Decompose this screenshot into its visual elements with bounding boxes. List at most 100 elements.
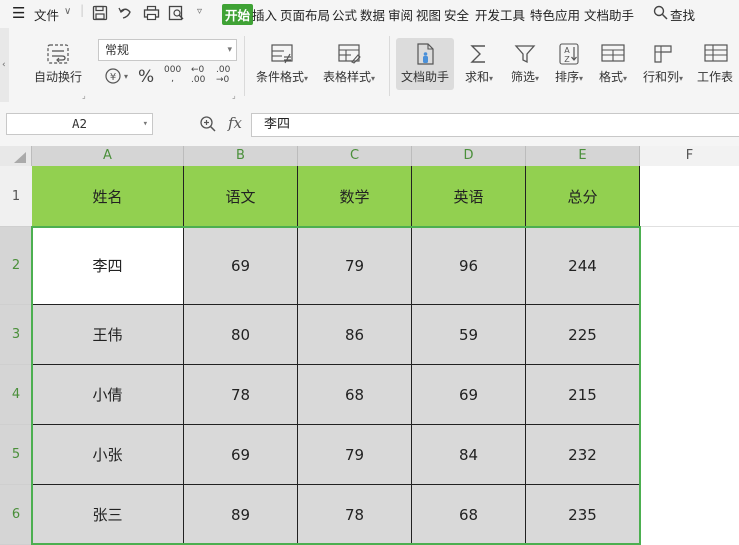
conditional-format-icon [271,44,293,64]
tab-insert[interactable]: 插入 [252,5,277,24]
hamburger-menu-icon[interactable]: ☰ [12,4,25,22]
sum-button[interactable]: 求和▾ [461,40,497,85]
tab-review[interactable]: 审阅 [388,5,413,24]
number-format-select[interactable]: 常规 ▾ [98,39,237,61]
table-cell[interactable]: 86 [298,305,412,365]
row-header-2[interactable]: 2 [0,227,32,305]
quick-access-dropdown-icon[interactable]: ▿ [197,6,202,17]
column-header-D[interactable]: D [412,146,526,166]
header-cell-total[interactable]: 总分 [526,166,640,227]
table-cell[interactable]: 79 [298,227,412,305]
empty-cell[interactable] [640,166,739,227]
file-menu[interactable]: 文件 [34,5,59,24]
name-box[interactable]: A2 ▾ [6,113,153,135]
row-header-5[interactable]: 5 [0,425,32,485]
worksheet-label: 工作表 [696,70,733,84]
print-icon[interactable] [143,5,160,24]
tab-formula[interactable]: 公式 [332,5,357,24]
tab-developer[interactable]: 开发工具 [475,5,525,24]
tab-security[interactable]: 安全 [444,5,469,24]
worksheet-button[interactable]: 工作表 [695,40,735,85]
table-cell[interactable]: 78 [184,365,298,425]
format-button[interactable]: 格式▾ [595,40,631,85]
table-cell[interactable]: 215 [526,365,640,425]
group-launcher-icon[interactable]: ⌟ [232,91,236,100]
row-header-4[interactable]: 4 [0,365,32,425]
zoom-search-icon[interactable] [199,115,217,136]
row-col-button[interactable]: 行和列▾ [639,40,687,85]
table-cell[interactable]: 96 [412,227,526,305]
table-cell[interactable]: 59 [412,305,526,365]
sort-button[interactable]: AZ 排序▾ [551,40,587,85]
cell-reference: A2 [71,116,88,131]
table-cell[interactable]: 李四 [32,227,184,305]
table-cell[interactable]: 84 [412,425,526,485]
table-cell[interactable]: 69 [184,227,298,305]
auto-wrap-label: 自动换行 [33,70,82,84]
doc-assistant-button[interactable]: 文档助手 [396,38,454,90]
chevron-down-icon[interactable]: ∨ [64,6,71,17]
search-button[interactable]: 查找 [670,5,695,24]
table-cell[interactable]: 68 [298,365,412,425]
decrease-decimal-button[interactable]: .00 →0 [216,65,230,85]
header-cell-math[interactable]: 数学 [298,166,412,227]
format-label: 格式 [598,70,623,84]
tab-data[interactable]: 数据 [360,5,385,24]
table-cell[interactable]: 235 [526,485,640,545]
header-cell-chinese[interactable]: 语文 [184,166,298,227]
column-header-F[interactable]: F [640,146,739,166]
tab-doc-assistant[interactable]: 文档助手 [584,5,634,24]
table-cell[interactable]: 王伟 [32,305,184,365]
header-cell-english[interactable]: 英语 [412,166,526,227]
undo-icon[interactable] [117,5,133,24]
group-launcher-icon[interactable]: ⌟ [82,91,86,100]
table-cell[interactable]: 69 [184,425,298,485]
column-header-E[interactable]: E [526,146,640,166]
select-all-corner[interactable] [0,146,32,166]
table-cell[interactable]: 232 [526,425,640,485]
wrap-text-icon [47,44,69,64]
save-icon[interactable] [92,5,108,24]
table-cell[interactable]: 79 [298,425,412,485]
column-header-B[interactable]: B [184,146,298,166]
print-preview-icon[interactable] [168,5,185,24]
thousands-separator-button[interactable]: 000, [164,66,181,84]
table-style-button[interactable]: 表格样式▾ [318,40,380,85]
increase-decimal-button[interactable]: ←0.00 [191,65,205,85]
insert-function-button[interactable]: fx [228,114,242,132]
table-cell[interactable]: 小张 [32,425,184,485]
header-cell-name[interactable]: 姓名 [32,166,184,227]
currency-dropdown-icon[interactable]: ▾ [124,72,128,81]
filter-button[interactable]: 筛选▾ [506,40,544,85]
column-header-C[interactable]: C [298,146,412,166]
svg-text:¥: ¥ [110,72,116,83]
row-col-label: 行和列 [642,70,679,84]
row-header-6[interactable]: 6 [0,485,32,545]
sort-az-icon: AZ [559,43,579,65]
table-cell[interactable]: 225 [526,305,640,365]
table-cell[interactable]: 80 [184,305,298,365]
table-cell[interactable]: 78 [298,485,412,545]
column-header-A[interactable]: A [32,146,184,166]
table-cell[interactable]: 张三 [32,485,184,545]
tab-start[interactable]: 开始 [222,4,254,25]
table-cell[interactable]: 244 [526,227,640,305]
search-icon[interactable] [653,5,668,23]
tab-page-layout[interactable]: 页面布局 [280,5,330,24]
ribbon-separator [389,36,390,96]
formula-input[interactable]: 李四 [251,113,739,137]
table-cell[interactable]: 89 [184,485,298,545]
table-cell[interactable]: 68 [412,485,526,545]
table-cell[interactable]: 69 [412,365,526,425]
row-header-3[interactable]: 3 [0,305,32,365]
percent-button[interactable]: % [138,67,154,87]
tab-view[interactable]: 视图 [416,5,441,24]
table-cell[interactable]: 小倩 [32,365,184,425]
tab-special-apps[interactable]: 特色应用 [530,5,580,24]
auto-wrap-button[interactable]: 自动换行 [30,40,86,85]
currency-format-icon[interactable]: ¥ [104,67,122,88]
divider: | [80,2,85,17]
chevron-left-icon[interactable]: ‹ [2,60,6,70]
row-header-1[interactable]: 1 [0,166,32,227]
conditional-format-button[interactable]: 条件格式▾ [252,40,312,85]
